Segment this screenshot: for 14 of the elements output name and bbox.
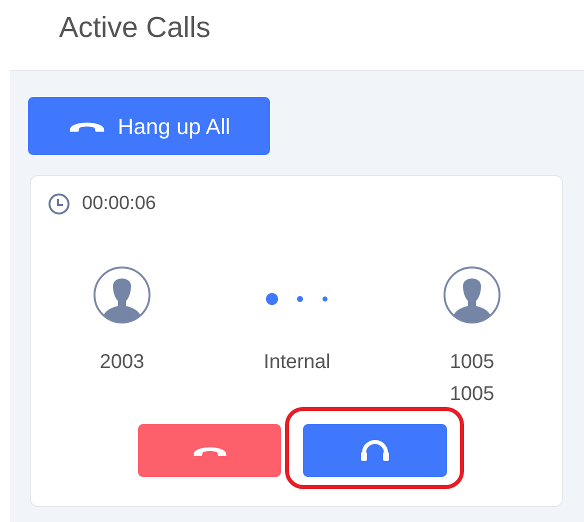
call-duration: 00:00:06 bbox=[82, 192, 156, 216]
avatar-icon bbox=[443, 266, 501, 324]
listen-button[interactable] bbox=[303, 424, 447, 476]
hang-up-all-button[interactable]: Hang up All bbox=[28, 97, 270, 155]
hang-up-button[interactable] bbox=[138, 424, 281, 476]
page-title: Active Calls bbox=[59, 12, 210, 44]
connecting-dots-icon bbox=[266, 292, 328, 304]
extension-number: 1005 bbox=[450, 350, 494, 374]
call-type: Internal bbox=[264, 350, 330, 374]
avatar-icon bbox=[93, 266, 151, 324]
extension-number: 1005 bbox=[450, 382, 494, 406]
extension-number: 2003 bbox=[100, 350, 144, 374]
headset-icon bbox=[359, 439, 391, 461]
clock-icon bbox=[48, 193, 70, 216]
